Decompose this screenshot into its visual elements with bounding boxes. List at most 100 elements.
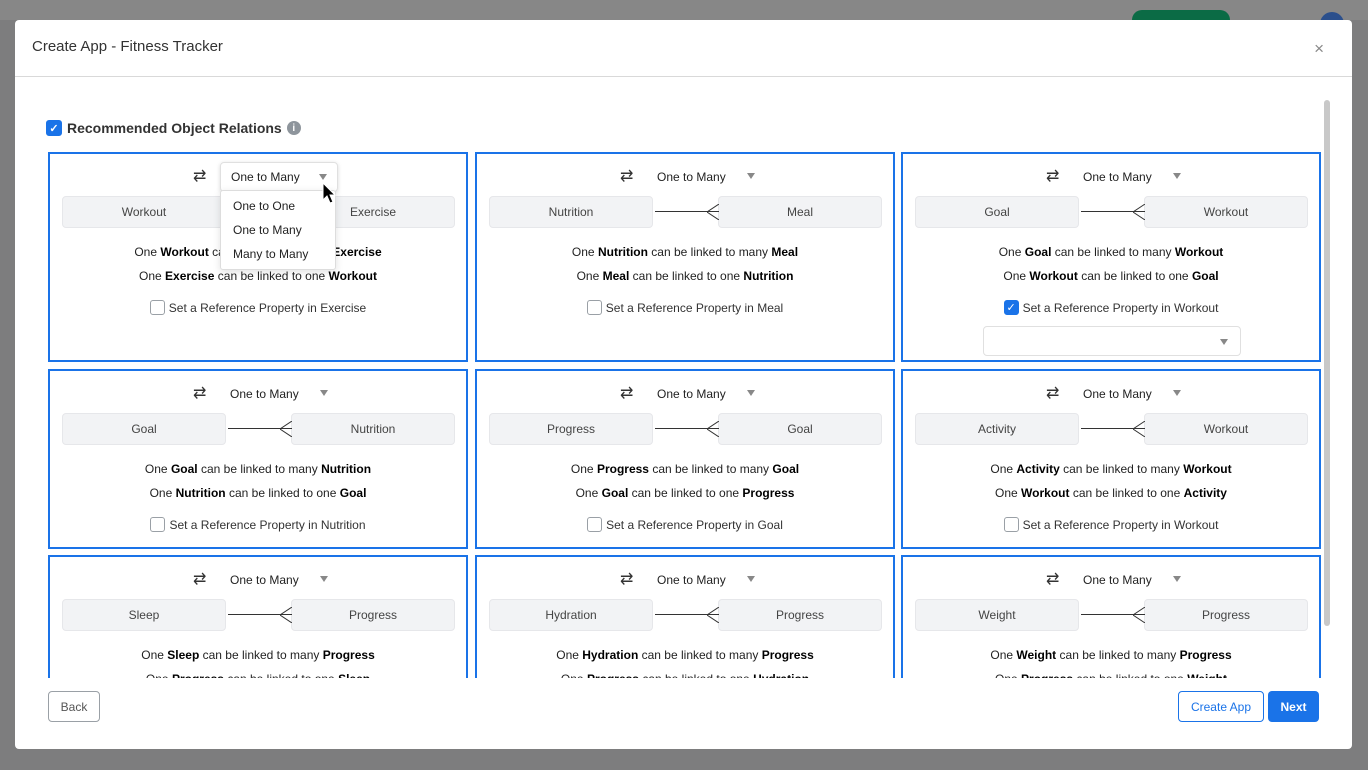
create-app-button[interactable]: Create App [1178,691,1264,722]
entity-name: Workout [1021,486,1070,500]
entity-to: Workout [1144,413,1308,445]
entity-from: Hydration [489,599,653,631]
reference-property-checkbox[interactable] [587,517,603,532]
relation-type-select[interactable]: One to Many [220,565,338,595]
description-text: One [149,486,173,500]
chevron-down-icon [1173,173,1181,179]
next-button[interactable]: Next [1268,691,1319,722]
relation-card: ⇄ One to Many Activity Workout One Activity … [901,369,1321,549]
modal-title: Create App - Fitness Tracker [32,38,223,55]
relation-type-select[interactable]: One to Many [647,565,765,595]
chevron-down-icon [320,390,328,396]
swap-icon[interactable]: ⇄ [1046,383,1059,403]
crows-foot-icon [1133,204,1145,220]
chevron-down-icon [747,576,755,582]
entity-name: Meal [771,245,799,259]
entity-name: Workout [160,245,209,259]
swap-icon[interactable]: ⇄ [1046,166,1059,186]
description-text: One [575,486,599,500]
entity-name: Meal [602,269,630,283]
entity-name: Goal [1024,245,1052,259]
entity-name: Activity [1016,462,1060,476]
crows-foot-icon [707,421,719,437]
description-text: can be linked to many [651,245,769,259]
description-text: can be linked to one [632,269,741,283]
relation-type-select[interactable]: One to Many [1073,162,1191,192]
section-checkbox[interactable]: ✓ [46,120,62,136]
menu-option[interactable]: One to Many [221,219,335,243]
relation-type-select[interactable]: One to Many [220,379,338,409]
relation-description: One Hydration can be linked to many Prog… [477,648,893,662]
reference-property-option: Set a Reference Property in Meal [477,300,893,315]
close-icon[interactable]: × [1314,39,1324,59]
menu-option[interactable]: One to One [221,195,335,219]
relation-description: One Exercise can be linked to one Workou… [50,269,466,283]
description-text: can be linked to one [1072,486,1181,500]
menu-option[interactable]: Many to Many [221,243,335,267]
swap-icon[interactable]: ⇄ [193,383,206,403]
description-text: One [144,462,168,476]
reference-property-label: Set a Reference Property in Nutrition [169,517,366,532]
entity-name: Nutrition [321,462,372,476]
swap-icon[interactable]: ⇄ [193,166,206,186]
relation-type-select[interactable]: One to Many [220,162,338,192]
relation-description: One Goal can be linked to many Nutrition [50,462,466,476]
reference-property-checkbox[interactable] [149,300,165,315]
swap-icon[interactable]: ⇄ [193,569,206,589]
relation-type-select[interactable]: One to Many [647,162,765,192]
entity-from: Sleep [62,599,226,631]
description-text: One [1003,269,1027,283]
reference-property-select[interactable] [983,326,1241,356]
relation-type-menu: One to One One to Many Many to Many [220,190,336,270]
reference-property-checkbox[interactable] [1003,517,1019,532]
create-app-modal: Create App - Fitness Tracker × ✓ Recomme… [15,20,1352,749]
info-icon[interactable]: i [286,121,301,135]
entity-from: Activity [915,413,1079,445]
entity-name: Workout [1174,245,1224,259]
reference-property-checkbox[interactable] [586,300,602,315]
section-title: Recommended Object Relations [67,120,282,136]
entity-name: Workout [1029,269,1078,283]
entity-to: Goal [718,413,882,445]
swap-icon[interactable]: ⇄ [620,383,633,403]
mouse-cursor-icon [322,182,337,204]
entity-name: Goal [601,486,629,500]
entity-name: Progress [596,462,649,476]
chevron-down-icon [1173,576,1181,582]
entity-from: Nutrition [489,196,653,228]
reference-property-label: Set a Reference Property in Goal [606,517,783,532]
crows-foot-icon [707,607,719,623]
entity-from: Goal [62,413,226,445]
modal-footer: Back Create App Next [15,678,1352,749]
relation-type-value: One to Many [657,573,726,587]
entity-to: Meal [718,196,882,228]
entity-to: Progress [291,599,455,631]
entity-to: Nutrition [291,413,455,445]
entity-name: Workout [1183,462,1232,476]
swap-icon[interactable]: ⇄ [1046,569,1059,589]
modal-body: ✓ Recommended Object Relations i ⇄ One to… [15,78,1352,678]
reference-property-label: Set a Reference Property in Workout [1022,300,1219,315]
swap-icon[interactable]: ⇄ [620,569,633,589]
description-text: can be linked to many [641,648,759,662]
entity-from: Weight [915,599,1079,631]
relation-description: One Meal can be linked to one Nutrition [477,269,893,283]
crows-foot-icon [1133,607,1145,623]
reference-property-checkbox[interactable] [150,517,166,532]
entity-to: Progress [1144,599,1308,631]
entity-from: Workout [62,196,226,228]
reference-property-option: ✓ Set a Reference Property in Workout [903,300,1319,315]
reference-property-checkbox[interactable]: ✓ [1003,300,1019,315]
relation-type-select[interactable]: One to Many [1073,565,1191,595]
scrollbar[interactable] [1324,100,1330,626]
description-text: One [990,462,1014,476]
section-header: ✓ Recommended Object Relations i [46,120,301,136]
relation-description: One Goal can be linked to one Progress [477,486,893,500]
relation-card: ⇄ One to Many Progress Goal One Progress can… [475,369,895,549]
back-button[interactable]: Back [48,691,100,722]
relation-type-select[interactable]: One to Many [647,379,765,409]
description-text: can be linked to one [631,486,740,500]
swap-icon[interactable]: ⇄ [620,166,633,186]
relation-type-select[interactable]: One to Many [1073,379,1191,409]
reference-property-option: Set a Reference Property in Workout [903,517,1319,532]
